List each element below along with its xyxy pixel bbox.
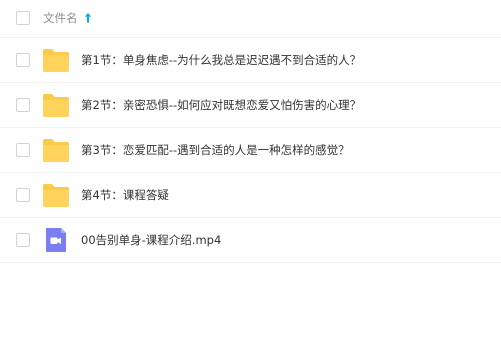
file-name[interactable]: 第1节：单身焦虑--为什么我总是迟迟遇不到合适的人？: [81, 52, 361, 68]
file-row[interactable]: 第4节：课程答疑: [0, 173, 501, 218]
row-checkbox[interactable]: [16, 233, 30, 247]
row-checkbox[interactable]: [16, 53, 30, 67]
row-checkbox[interactable]: [16, 98, 30, 112]
file-name[interactable]: 第3节：恋爱匹配--遇到合适的人是一种怎样的感觉？: [81, 142, 350, 158]
row-checkbox[interactable]: [16, 188, 30, 202]
file-row[interactable]: 第3节：恋爱匹配--遇到合适的人是一种怎样的感觉？: [0, 128, 501, 173]
folder-icon: [43, 49, 69, 72]
folder-icon: [43, 184, 69, 207]
select-all-checkbox[interactable]: [16, 11, 30, 25]
arrow-up-icon[interactable]: [84, 12, 92, 24]
file-row[interactable]: 00告别单身-课程介绍.mp4: [0, 218, 501, 263]
file-list-header: 文件名: [0, 0, 501, 38]
folder-icon: [43, 94, 69, 117]
video-file-icon: [46, 228, 66, 252]
file-name[interactable]: 00告别单身-课程介绍.mp4: [81, 232, 221, 248]
file-row[interactable]: 第1节：单身焦虑--为什么我总是迟迟遇不到合适的人？: [0, 38, 501, 83]
folder-icon: [43, 139, 69, 162]
filename-column-header[interactable]: 文件名: [43, 11, 78, 25]
file-name[interactable]: 第4节：课程答疑: [81, 187, 169, 203]
row-checkbox[interactable]: [16, 143, 30, 157]
file-row[interactable]: 第2节：亲密恐惧--如何应对既想恋爱又怕伤害的心理？: [0, 83, 501, 128]
file-name[interactable]: 第2节：亲密恐惧--如何应对既想恋爱又怕伤害的心理？: [81, 97, 361, 113]
